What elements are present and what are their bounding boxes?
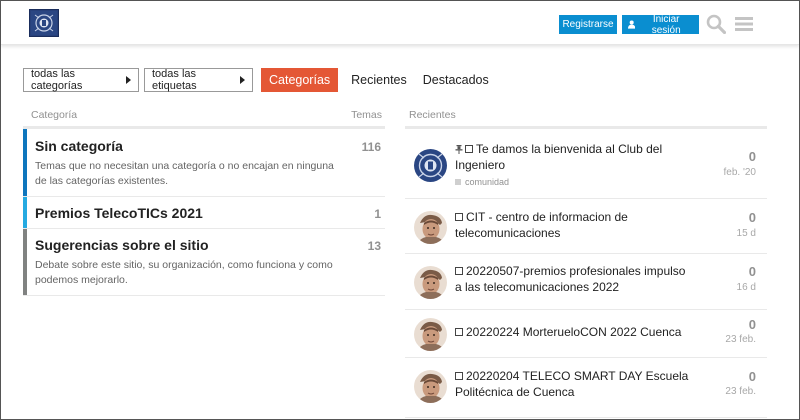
- categories-dropdown-label: todas las categorías: [31, 68, 83, 92]
- avatar[interactable]: [414, 149, 447, 182]
- avatar[interactable]: [414, 318, 447, 351]
- caret-right-icon: [240, 76, 245, 84]
- categories-dropdown[interactable]: todas las categorías: [23, 68, 139, 92]
- navigation-bar: todas las categorías todas las etiquetas…: [23, 68, 497, 92]
- topic-title[interactable]: Te damos la bienvenida al Club del Ingen…: [455, 141, 695, 173]
- categories-table-header: Categoría Temas: [23, 109, 385, 129]
- unread-box-icon: [455, 267, 463, 275]
- category-title[interactable]: Sugerencias sobre el sitio: [35, 237, 209, 253]
- topic-title[interactable]: CIT - centro de informacion de telecomun…: [455, 209, 695, 241]
- category-title[interactable]: Premios TelecoTICs 2021: [35, 205, 203, 221]
- category-description: Temas que no necesitan una categoría o n…: [35, 160, 334, 187]
- site-header: Registrarse Iniciar sesión: [1, 1, 799, 45]
- hamburger-menu-icon[interactable]: [735, 15, 753, 33]
- recent-table-header: Recientes: [405, 109, 767, 129]
- category-column-header: Categoría: [31, 109, 78, 121]
- recent-column-header: Recientes: [409, 109, 456, 121]
- category-row[interactable]: Sugerencias sobre el sitio 13 Debate sob…: [23, 229, 385, 296]
- category-color-bar: [23, 197, 27, 228]
- unread-box-icon: [455, 328, 463, 336]
- topic-title-text: CIT - centro de informacion de telecomun…: [455, 210, 628, 240]
- category-color-bar: [23, 229, 27, 295]
- category-row[interactable]: Premios TelecoTICs 2021 1: [23, 197, 385, 229]
- unread-box-icon: [455, 213, 463, 221]
- topic-row[interactable]: Te damos la bienvenida al Club del Ingen…: [405, 129, 767, 199]
- topic-title-text: 20220224 MorterueloCON 2022 Cuenca: [466, 325, 682, 339]
- unread-box-icon: [465, 145, 473, 153]
- login-button-label: Iniciar sesión: [651, 13, 681, 36]
- topics-column-header: Temas: [351, 109, 382, 121]
- category-row[interactable]: Sin categoría 116 Temas que no necesitan…: [23, 129, 385, 197]
- caret-right-icon: [126, 76, 131, 84]
- tab-categories[interactable]: Categorías: [261, 68, 339, 92]
- category-topic-count: 116: [361, 140, 381, 154]
- tag-square-icon: [455, 179, 461, 185]
- tags-dropdown[interactable]: todas las etiquetas: [144, 68, 253, 92]
- category-topic-count: 13: [367, 239, 381, 253]
- unread-box-icon: [455, 372, 463, 380]
- topic-tag[interactable]: comunidad: [455, 177, 509, 187]
- topic-row[interactable]: 20220224 MorterueloCON 2022 Cuenca 0 23 …: [405, 310, 767, 358]
- topic-title-text: 20220204 TELECO SMART DAY Escuela Polité…: [455, 369, 689, 399]
- topic-reply-count: 0: [748, 317, 756, 332]
- login-button[interactable]: Iniciar sesión: [622, 13, 699, 36]
- topic-activity-date[interactable]: 23 feb.: [725, 386, 756, 397]
- topic-title[interactable]: 20220224 MorterueloCON 2022 Cuenca: [455, 324, 695, 340]
- tab-recent[interactable]: Recientes: [343, 68, 415, 92]
- topic-reply-count: 0: [748, 264, 756, 279]
- topic-activity-date[interactable]: 23 feb.: [725, 334, 756, 345]
- avatar[interactable]: [414, 370, 447, 403]
- register-button[interactable]: Registrarse: [559, 15, 617, 34]
- topic-title-text: 20220507-premios profesionales impulso a…: [455, 264, 686, 294]
- category-color-bar: [23, 129, 27, 196]
- search-icon[interactable]: [706, 14, 726, 34]
- topic-row[interactable]: CIT - centro de informacion de telecomun…: [405, 199, 767, 254]
- tab-featured[interactable]: Destacados: [415, 68, 497, 92]
- topic-activity-date[interactable]: 16 d: [737, 282, 756, 293]
- category-topic-count: 1: [374, 207, 381, 221]
- avatar[interactable]: [414, 211, 447, 244]
- site-logo[interactable]: [29, 9, 59, 37]
- category-title[interactable]: Sin categoría: [35, 138, 123, 154]
- topic-reply-count: 0: [748, 369, 756, 384]
- topic-tag-label: comunidad: [465, 177, 510, 187]
- topic-title[interactable]: 20220507-premios profesionales impulso a…: [455, 263, 695, 295]
- category-description: Debate sobre este sitio, su organización…: [35, 259, 333, 286]
- topic-title-text: Te damos la bienvenida al Club del Ingen…: [455, 142, 663, 172]
- topic-reply-count: 0: [748, 149, 756, 164]
- pin-icon: [455, 145, 463, 154]
- user-icon: [628, 20, 636, 29]
- topic-title[interactable]: 20220204 TELECO SMART DAY Escuela Polité…: [455, 368, 695, 400]
- avatar[interactable]: [414, 266, 447, 299]
- topic-row[interactable]: 20220204 TELECO SMART DAY Escuela Polité…: [405, 358, 767, 418]
- tags-dropdown-label: todas las etiquetas: [152, 68, 197, 92]
- topic-reply-count: 0: [748, 210, 756, 225]
- topic-row[interactable]: 20220507-premios profesionales impulso a…: [405, 254, 767, 310]
- topic-activity-date[interactable]: 15 d: [737, 228, 756, 239]
- topic-activity-date[interactable]: feb. '20: [724, 167, 757, 178]
